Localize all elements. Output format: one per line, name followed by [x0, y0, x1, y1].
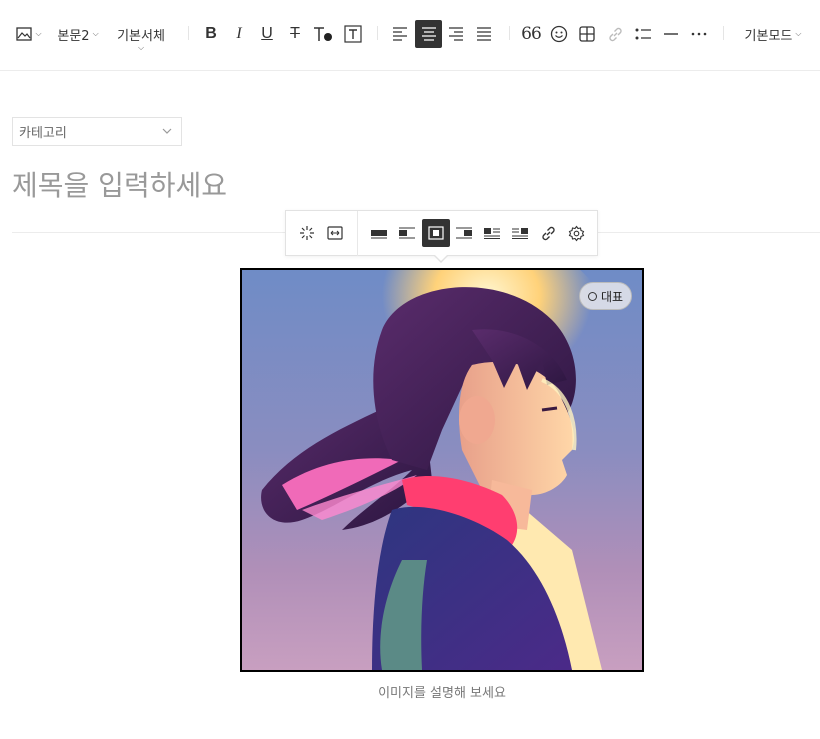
align-center-icon	[421, 27, 436, 41]
toolbar-divider	[188, 26, 189, 40]
align-left-icon	[393, 27, 407, 41]
chevron-down-icon	[162, 128, 172, 134]
chevron-down-icon: ⌵	[92, 29, 99, 38]
image-align-left-button[interactable]	[394, 220, 420, 246]
strikethrough-icon: T	[290, 25, 300, 42]
table-icon	[579, 26, 595, 42]
layout-center-icon	[428, 226, 444, 240]
text-background-icon	[344, 25, 362, 43]
underline-button[interactable]: U	[255, 21, 279, 47]
smiley-icon	[550, 25, 568, 43]
editor-mode-select[interactable]: 기본모드 ⌵	[741, 21, 805, 47]
representative-image-toggle[interactable]: 대표	[579, 282, 632, 310]
toolbar-divider	[723, 26, 724, 40]
link-icon	[541, 226, 555, 240]
more-icon	[691, 32, 707, 36]
underline-icon: U	[261, 25, 273, 42]
bold-icon: B	[205, 25, 217, 42]
chevron-down-icon: ⌵	[35, 29, 42, 38]
table-button[interactable]	[575, 21, 599, 47]
title-input[interactable]	[12, 164, 812, 206]
toolbar-divider	[377, 26, 378, 40]
align-right-button[interactable]	[443, 21, 469, 47]
image-wrap-left-button[interactable]	[479, 220, 505, 246]
category-select[interactable]: 카테고리	[12, 117, 182, 146]
image-align-right-button[interactable]	[451, 220, 477, 246]
font-family-label: 기본서체	[117, 28, 165, 44]
layout-full-icon	[371, 230, 387, 239]
image-resize-button[interactable]	[322, 220, 348, 246]
chevron-down-icon: ⌵	[137, 42, 145, 52]
align-justify-button[interactable]	[471, 21, 497, 47]
resize-width-icon	[327, 226, 343, 240]
horizontal-line-icon	[664, 33, 678, 35]
toolbar-divider	[509, 26, 510, 40]
image-settings-button[interactable]	[563, 220, 589, 246]
paragraph-style-label: 본문2	[57, 28, 90, 44]
text-color-button[interactable]	[311, 21, 335, 47]
illustration-girl-profile	[242, 270, 642, 670]
layout-wrap-right-icon	[512, 228, 528, 239]
layout-right-icon	[456, 227, 472, 239]
image-link-button[interactable]	[535, 220, 561, 246]
image-wrap-right-button[interactable]	[507, 220, 533, 246]
bold-button[interactable]: B	[199, 21, 223, 47]
emoticon-button[interactable]	[547, 21, 571, 47]
image-icon	[16, 27, 33, 41]
more-button[interactable]	[687, 21, 711, 47]
sparkle-icon	[300, 226, 314, 240]
link-icon	[608, 27, 622, 41]
quote-icon: 66	[521, 24, 542, 44]
image-caption-input[interactable]	[240, 683, 644, 703]
image-toolbar-pointer-fill	[434, 254, 448, 261]
editor-mode-label: 기본모드	[744, 28, 793, 44]
image-toolbar-divider	[357, 211, 358, 256]
category-label: 카테고리	[19, 126, 67, 141]
link-button[interactable]	[603, 21, 627, 47]
image-insert-button[interactable]: ⌵	[14, 21, 44, 47]
gear-icon	[568, 225, 584, 241]
quote-button[interactable]: 66	[519, 21, 543, 47]
font-family-select[interactable]: 기본서체 ⌵	[112, 21, 170, 55]
align-right-icon	[449, 27, 463, 41]
chevron-down-icon: ⌵	[795, 29, 802, 38]
image-full-width-button[interactable]	[366, 220, 392, 246]
image-edit-button[interactable]	[294, 220, 320, 246]
bullet-list-icon	[635, 28, 651, 40]
paragraph-style-select[interactable]: 본문2 ⌵	[55, 21, 101, 47]
align-center-button[interactable]	[415, 20, 442, 48]
inserted-image[interactable]	[240, 268, 644, 672]
bullet-list-button[interactable]	[631, 21, 655, 47]
representative-label: 대표	[600, 289, 624, 304]
strikethrough-button[interactable]: T	[283, 21, 307, 47]
image-align-center-button[interactable]	[422, 219, 450, 247]
align-left-button[interactable]	[387, 21, 413, 47]
layout-wrap-left-icon	[484, 228, 500, 239]
horizontal-line-button[interactable]	[659, 21, 683, 47]
radio-icon	[587, 291, 597, 301]
image-toolbar	[285, 210, 598, 256]
text-background-button[interactable]	[341, 21, 365, 47]
align-justify-icon	[477, 27, 491, 41]
editor-toolbar: ⌵ 본문2 ⌵ 기본서체 ⌵ B I U T 66 기본모드 ⌵	[0, 0, 820, 71]
text-color-icon	[314, 27, 332, 41]
layout-left-icon	[399, 227, 415, 239]
italic-icon: I	[236, 25, 242, 42]
italic-button[interactable]: I	[227, 21, 251, 47]
